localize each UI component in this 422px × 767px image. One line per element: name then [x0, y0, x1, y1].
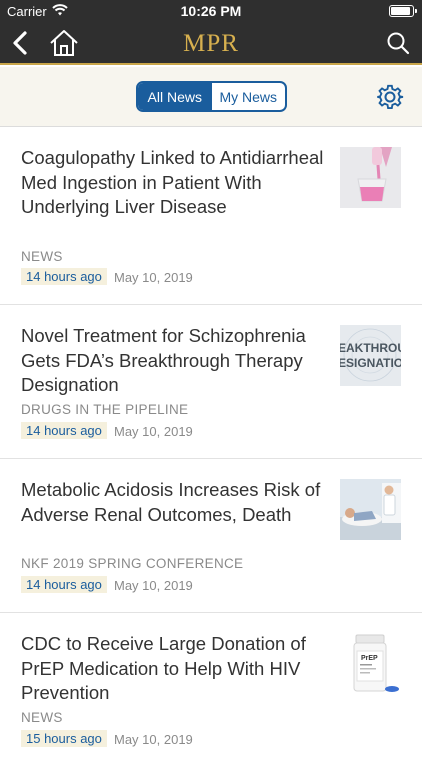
prep-bottle-image: PrEP — [340, 633, 401, 694]
news-filter-segment: All News My News — [136, 81, 287, 112]
breakthrough-designation-image: EAKTHROU ESIGNATIO — [340, 325, 401, 386]
news-category: DRUGS IN THE PIPELINE — [21, 402, 189, 417]
filter-bar: All News My News — [0, 67, 422, 127]
pink-medicine-pour-image — [340, 147, 401, 208]
status-time: 10:26 PM — [180, 3, 242, 19]
home-icon[interactable] — [49, 28, 79, 58]
time-ago-badge: 14 hours ago — [21, 268, 107, 285]
settings-gear-icon[interactable] — [376, 83, 404, 111]
search-icon[interactable] — [386, 31, 410, 55]
news-item[interactable]: Coagulopathy Linked to Antidiarrheal Med… — [0, 128, 422, 305]
thumb-text-line1: EAKTHROU — [340, 341, 401, 355]
news-title[interactable]: Coagulopathy Linked to Antidiarrheal Med… — [21, 146, 326, 220]
time-ago-badge: 15 hours ago — [21, 730, 107, 747]
thumb-text-line2: ESIGNATIO — [340, 356, 401, 370]
news-list: Coagulopathy Linked to Antidiarrheal Med… — [0, 128, 422, 767]
time-ago-badge: 14 hours ago — [21, 576, 107, 593]
nav-bar: MPR — [0, 22, 422, 65]
news-item[interactable]: Novel Treatment for Schizophrenia Gets F… — [0, 305, 422, 459]
prep-label: PrEP — [361, 655, 378, 662]
news-item[interactable]: Metabolic Acidosis Increases Risk of Adv… — [0, 459, 422, 613]
news-title[interactable]: Novel Treatment for Schizophrenia Gets F… — [21, 324, 326, 398]
app-header: Carrier 10:26 PM MPR — [0, 0, 422, 65]
news-item[interactable]: CDC to Receive Large Donation of PrEP Me… — [0, 613, 422, 767]
news-category: NEWS — [21, 710, 63, 725]
news-date: May 10, 2019 — [114, 270, 193, 285]
all-news-tab[interactable]: All News — [138, 83, 212, 110]
my-news-tab[interactable]: My News — [212, 83, 286, 110]
news-date: May 10, 2019 — [114, 424, 193, 439]
doctor-patient-image — [340, 479, 401, 540]
news-category: NEWS — [21, 249, 63, 264]
news-title[interactable]: CDC to Receive Large Donation of PrEP Me… — [21, 632, 326, 706]
back-chevron-icon[interactable] — [10, 30, 32, 56]
news-date: May 10, 2019 — [114, 732, 193, 747]
battery-level — [391, 7, 410, 15]
news-category: NKF 2019 SPRING CONFERENCE — [21, 556, 244, 571]
news-title[interactable]: Metabolic Acidosis Increases Risk of Adv… — [21, 478, 326, 527]
time-ago-badge: 14 hours ago — [21, 422, 107, 439]
battery-icon — [389, 5, 417, 17]
news-date: May 10, 2019 — [114, 578, 193, 593]
status-bar: Carrier 10:26 PM — [0, 0, 422, 22]
